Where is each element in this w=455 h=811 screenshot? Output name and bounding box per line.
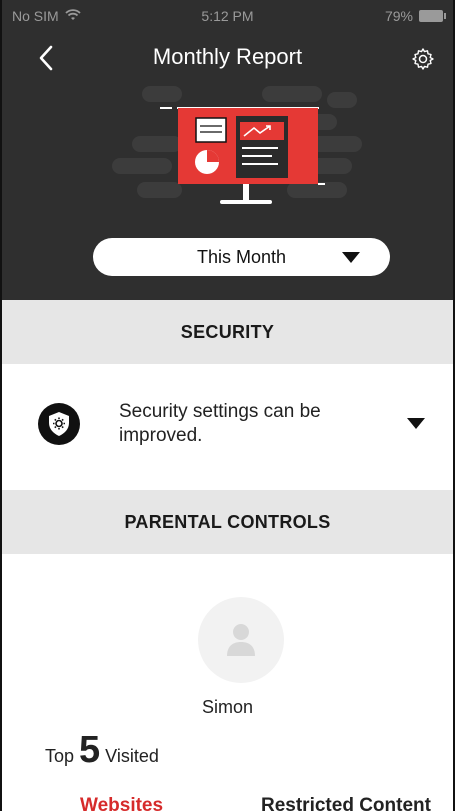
security-message: Security settings can be improved. [119,401,321,446]
top-visited-count: 5 [79,729,101,771]
app-screen: No SIM 5:12 PM 79% Monthly Report This M… [0,0,455,811]
header-hero: No SIM 5:12 PM 79% Monthly Report This M… [2,0,453,300]
shield-gear-icon [38,403,80,445]
parental-controls-body: Simon Top 5 Visited Websites Restricted … [2,555,453,811]
status-right: 79% [384,8,446,24]
report-illustration [112,86,362,216]
person-icon [227,624,255,656]
settings-button[interactable] [407,43,439,75]
period-dropdown[interactable]: This Month [93,238,390,276]
parental-controls-section-header: PARENTAL CONTROLS [2,490,453,554]
battery-icon [419,10,446,22]
status-bar: No SIM 5:12 PM 79% [2,0,453,32]
security-status-row[interactable]: Security settings can be improved. [2,366,453,481]
page-title: Monthly Report [152,44,303,69]
top-visited-heading: Top 5 Visited [45,729,159,772]
child-avatar[interactable] [198,597,284,683]
top-visited-prefix: Top [45,746,75,766]
caret-down-icon [342,252,360,263]
nav-bar: Monthly Report [2,38,453,78]
child-name: Simon [201,697,254,717]
top-visited-suffix: Visited [105,746,159,766]
caret-down-icon [407,418,425,429]
security-section-header: SECURITY [2,300,453,364]
tab-websites[interactable]: Websites [80,795,163,811]
battery-percent: 79% [384,8,413,24]
gear-icon [412,48,434,70]
top-visited-tabs: Websites Restricted Content [2,791,453,811]
tab-restricted-content[interactable]: Restricted Content [261,795,431,811]
